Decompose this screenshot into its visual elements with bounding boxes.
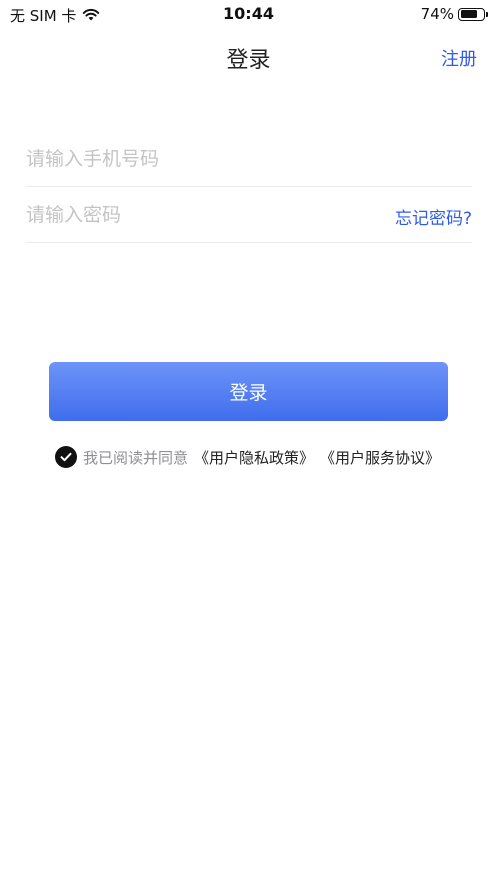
battery-icon	[458, 7, 488, 21]
status-bar: 无 SIM 卡 10:44 74%	[0, 0, 497, 28]
battery-indicator: 74%	[420, 5, 488, 23]
battery-level-fill	[460, 10, 477, 18]
register-button[interactable]: 注册	[441, 45, 477, 71]
page-title: 登录	[226, 48, 271, 73]
checkmark-icon	[60, 452, 72, 462]
service-agreement-link[interactable]: 《用户服务协议》	[320, 447, 440, 468]
navigation-bar: 登录 注册	[0, 28, 497, 84]
password-field-row: 忘记密码?	[26, 187, 472, 243]
agreement-prefix: 我已阅读并同意	[83, 448, 189, 467]
agreement-row: 我已阅读并同意 《用户隐私政策》 《用户服务协议》	[55, 445, 455, 469]
password-input[interactable]	[26, 187, 366, 242]
agreement-checkbox[interactable]	[55, 446, 77, 468]
phone-field-row	[26, 131, 472, 187]
login-button[interactable]: 登录	[49, 362, 448, 421]
forgot-password-link[interactable]: 忘记密码?	[395, 204, 472, 229]
privacy-policy-link[interactable]: 《用户隐私政策》	[194, 447, 314, 468]
phone-input[interactable]	[26, 131, 472, 186]
battery-percent: 74%	[420, 5, 454, 23]
login-screen: 无 SIM 卡 10:44 74% 登录 注册 忘记密码?	[0, 0, 497, 883]
